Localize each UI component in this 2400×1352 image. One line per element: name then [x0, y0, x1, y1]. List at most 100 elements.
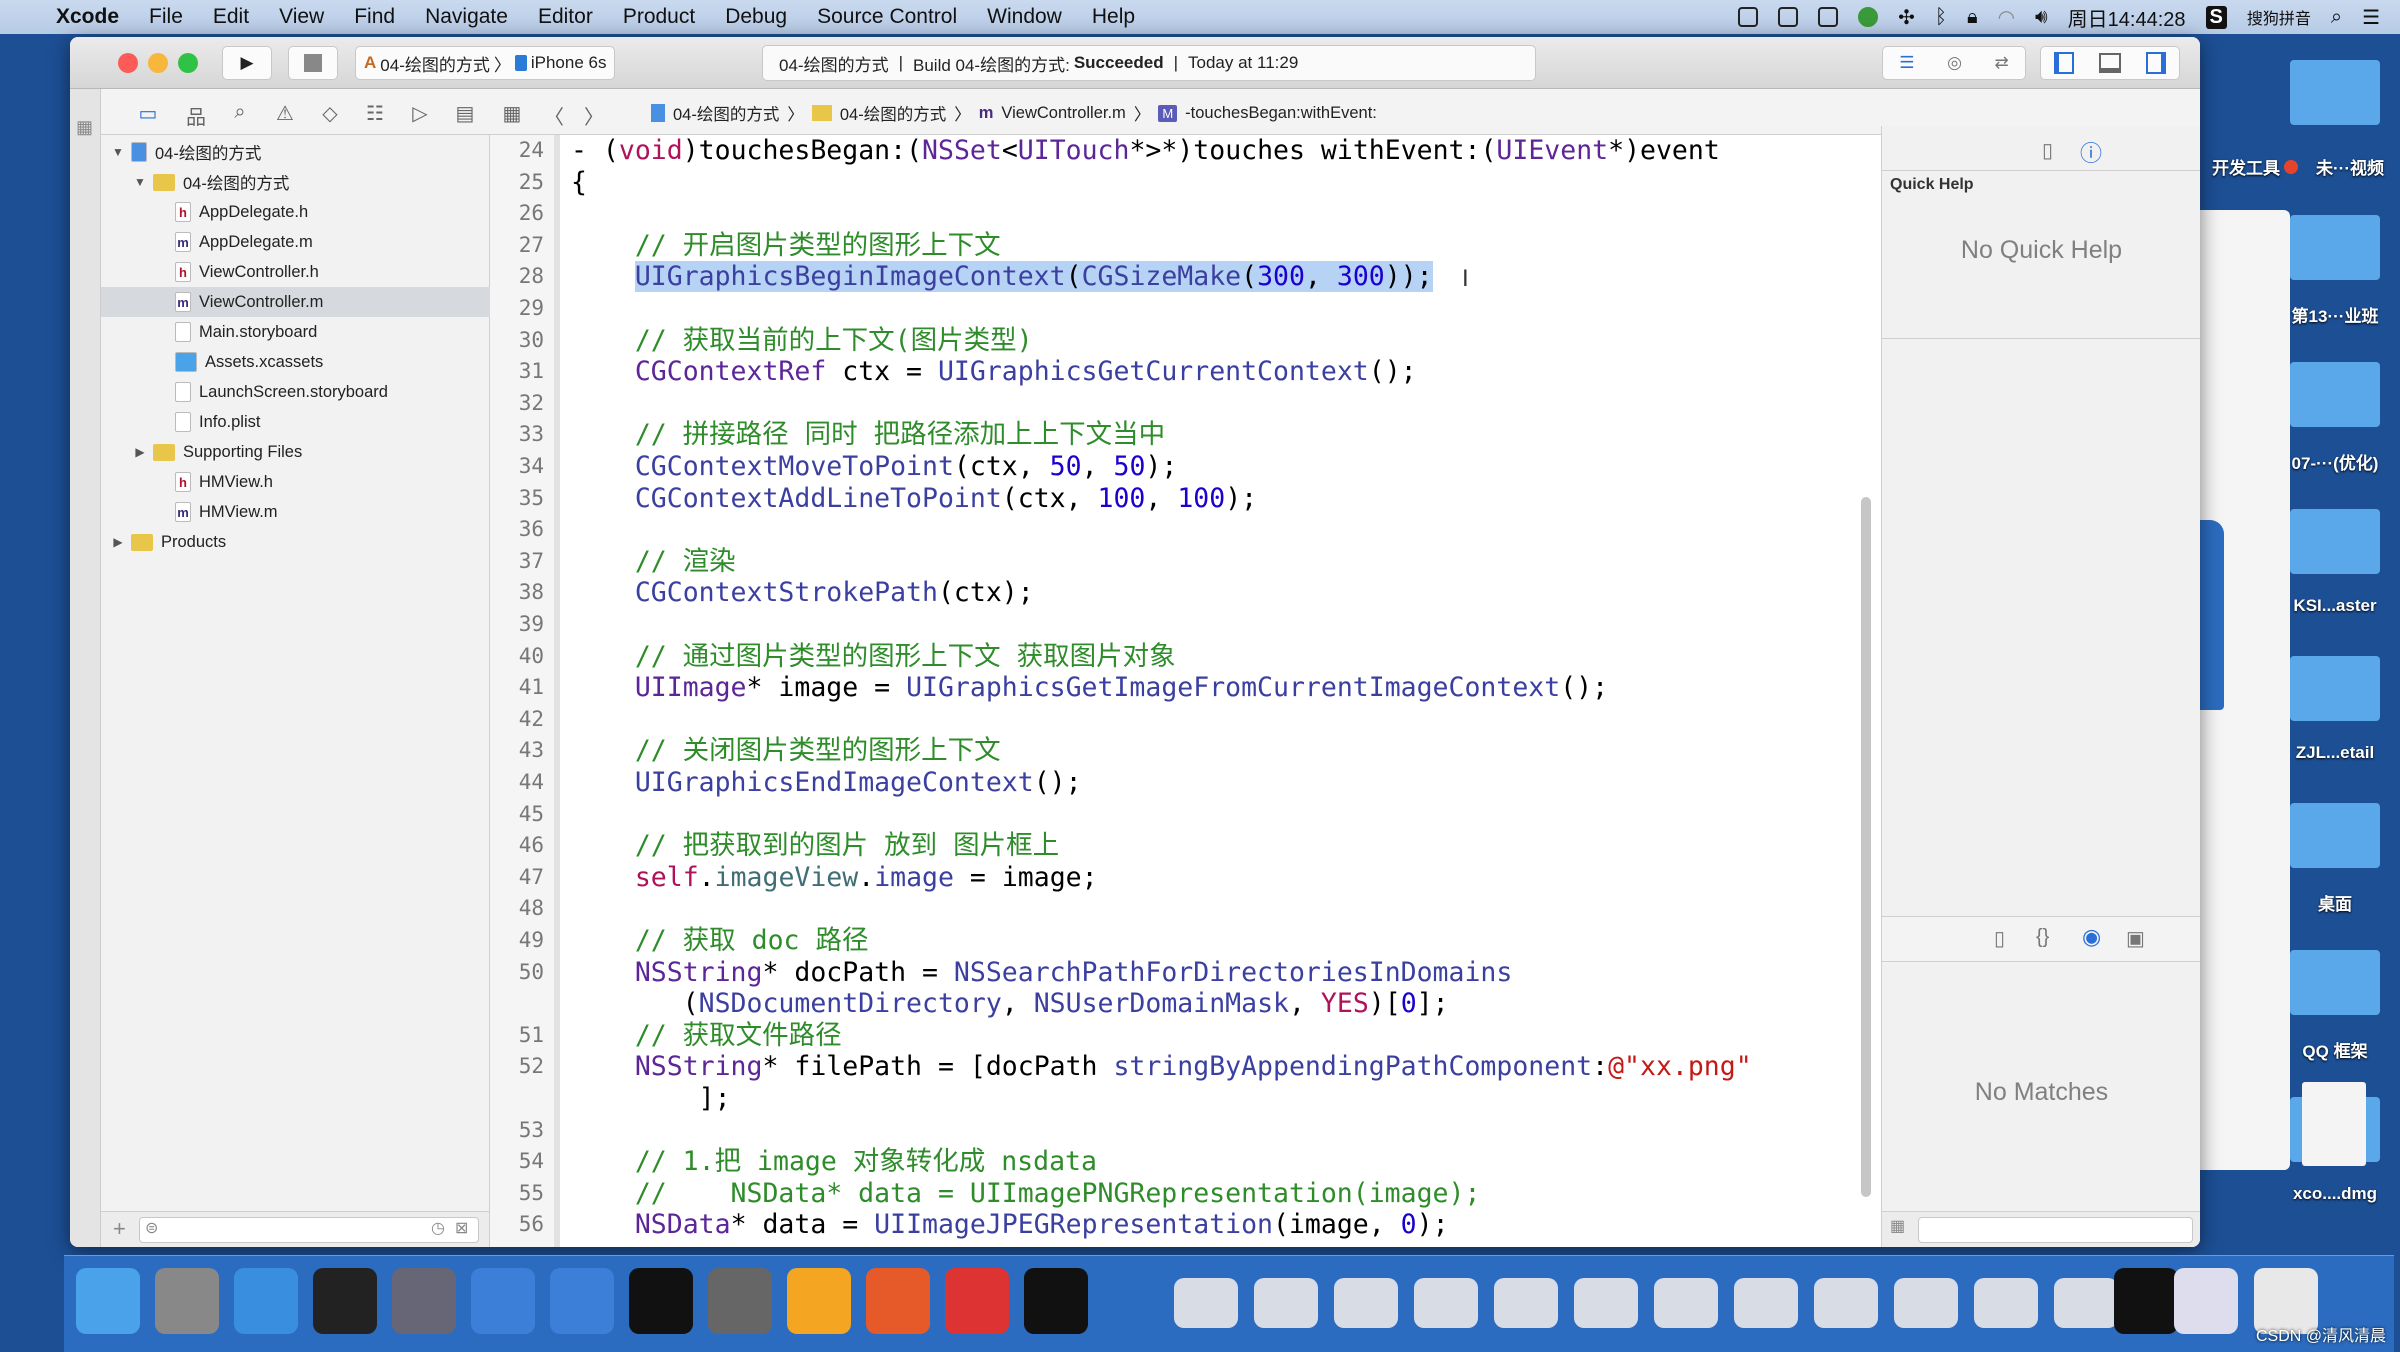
related-items-icon[interactable]: ▦: [499, 101, 525, 126]
media-library-icon[interactable]: ▣: [2126, 926, 2145, 951]
navigator-item[interactable]: ▶ Products: [101, 527, 490, 557]
bluetooth-icon[interactable]: ᛒ: [1935, 6, 1947, 29]
minimized-window-dock-icon[interactable]: [1654, 1278, 1718, 1328]
assistant-editor-icon[interactable]: ◎: [1947, 53, 1962, 73]
desktop-item-label[interactable]: 桌面: [2275, 890, 2395, 915]
breadcrumb-file[interactable]: ViewController.m: [1001, 104, 1125, 123]
navigator-item[interactable]: h ViewController.h: [101, 257, 490, 287]
disclosure-triangle-icon[interactable]: ▼: [111, 145, 125, 159]
keyboard-viewer-dock-icon[interactable]: [2114, 1268, 2178, 1334]
code-line[interactable]: CGContextAddLineToPoint(ctx, 100, 100);: [571, 483, 1257, 515]
menu-find[interactable]: Find: [354, 5, 395, 29]
code-line[interactable]: // 获取当前的上下文(图片类型): [571, 325, 1033, 357]
minimized-window-dock-icon[interactable]: [1974, 1278, 2038, 1328]
minimized-window-dock-icon[interactable]: [1574, 1278, 1638, 1328]
mirror-icon[interactable]: [1778, 7, 1799, 27]
navigator-item[interactable]: ▼ 04-绘图的方式: [101, 137, 490, 167]
wifi-icon[interactable]: ◠: [1998, 5, 2015, 30]
code-line[interactable]: ];: [571, 1083, 731, 1115]
code-line[interactable]: // 获取文件路径: [571, 1020, 842, 1052]
disclosure-triangle-icon[interactable]: ▼: [133, 175, 147, 189]
minimize-button[interactable]: [148, 53, 168, 73]
navigator-item[interactable]: ▶ Supporting Files: [101, 437, 490, 467]
parallels-dock-icon[interactable]: [945, 1268, 1009, 1334]
desktop-folder-icon[interactable]: [2290, 215, 2380, 280]
code-line[interactable]: {: [571, 167, 587, 199]
power-icon[interactable]: [1738, 7, 1759, 27]
breadcrumb-method[interactable]: -touchesBegan:withEvent:: [1185, 104, 1377, 123]
desktop-folder-icon[interactable]: [2290, 950, 2380, 1015]
navigator-item[interactable]: Assets.xcassets: [101, 347, 490, 377]
code-line[interactable]: - (void)touchesBegan:(NSSet<UITouch*>*)t…: [571, 135, 1720, 167]
desktop-item-label[interactable]: 07-···(优化): [2275, 449, 2395, 474]
close-button[interactable]: [118, 53, 138, 73]
app-status-icon[interactable]: [1858, 7, 1879, 27]
desktop-item-label[interactable]: 第13···业班: [2275, 302, 2395, 327]
code-line[interactable]: // 渲染: [571, 546, 736, 578]
minimized-window-dock-icon[interactable]: [1254, 1278, 1318, 1328]
source-editor[interactable]: - (void)touchesBegan:(NSSet<UITouch*>*)t…: [560, 135, 1881, 1247]
scm-filter-icon[interactable]: ⊠: [455, 1218, 468, 1238]
minimized-window-dock-icon[interactable]: [2054, 1278, 2118, 1328]
grid-view-icon[interactable]: ▦: [1890, 1216, 1905, 1236]
code-line[interactable]: // NSData* data = UIImagePNGRepresentati…: [571, 1178, 1481, 1210]
terminal-dock-icon[interactable]: [629, 1268, 693, 1334]
dmg-file-icon[interactable]: [2302, 1082, 2366, 1166]
version-editor-icon[interactable]: ⇄: [1994, 53, 2008, 73]
file-template-icon[interactable]: ▯: [1994, 926, 2005, 951]
navigator-item[interactable]: h AppDelegate.h: [101, 197, 490, 227]
zoom-button[interactable]: [178, 53, 198, 73]
navigator-item[interactable]: Main.storyboard: [101, 317, 490, 347]
code-line[interactable]: UIImage* image = UIGraphicsGetImageFromC…: [571, 672, 1608, 704]
clock[interactable]: 周日14:44:28: [2068, 3, 2186, 32]
quick-help-icon[interactable]: ⓘ: [2080, 136, 2102, 168]
safari-dock-icon[interactable]: [234, 1268, 298, 1334]
imovie-dock-icon[interactable]: [392, 1268, 456, 1334]
code-line[interactable]: // 拼接路径 同时 把路径添加上上下文当中: [571, 419, 1165, 451]
finder-dock-icon[interactable]: [76, 1268, 140, 1334]
navigator-toggle-icon[interactable]: [2053, 52, 2074, 74]
fan-icon[interactable]: ✣: [1898, 5, 1915, 30]
symbol-navigator-icon[interactable]: 品: [183, 101, 209, 130]
debug-navigator-icon[interactable]: ☷: [362, 101, 388, 126]
code-line[interactable]: // 1.把 image 对象转化成 nsdata: [571, 1146, 1097, 1178]
menu-product[interactable]: Product: [623, 5, 695, 29]
desktop-item-label[interactable]: 开发工具: [2190, 154, 2280, 179]
desktop-item-label[interactable]: QQ 框架: [2275, 1037, 2395, 1062]
menu-app[interactable]: Xcode: [56, 5, 119, 29]
editor-scrollbar[interactable]: [1861, 497, 1871, 1197]
code-line[interactable]: (NSDocumentDirectory, NSUserDomainMask, …: [571, 988, 1449, 1020]
file-inspector-icon[interactable]: ▯: [2042, 138, 2053, 163]
code-line[interactable]: // 关闭图片类型的图形上下文: [571, 735, 1001, 767]
breadcrumb-group[interactable]: 04-绘图的方式: [840, 101, 946, 125]
code-line[interactable]: CGContextStrokePath(ctx);: [571, 577, 1034, 609]
code-line[interactable]: NSString* filePath = [docPath stringByAp…: [571, 1051, 1752, 1083]
sketch-dock-icon[interactable]: [787, 1268, 851, 1334]
launchpad-dock-icon[interactable]: [155, 1268, 219, 1334]
lock-icon[interactable]: 🔒︎: [1967, 6, 1978, 29]
navigator-item[interactable]: LaunchScreen.storyboard: [101, 377, 490, 407]
mouse-dock-icon[interactable]: [313, 1268, 377, 1334]
preview-dock-icon[interactable]: [2174, 1268, 2238, 1334]
navigator-item[interactable]: Info.plist: [101, 407, 490, 437]
xcode-dock-icon[interactable]: [471, 1268, 535, 1334]
add-icon[interactable]: +: [113, 1216, 126, 1242]
filter-input[interactable]: [139, 1217, 479, 1243]
disclosure-triangle-icon[interactable]: ▶: [111, 535, 125, 549]
scheme-selector[interactable]: A 04-绘图的方式 〉 iPhone 6s: [355, 46, 615, 80]
menu-debug[interactable]: Debug: [725, 5, 787, 29]
grid-icon[interactable]: ▦: [76, 117, 93, 138]
minimized-window-dock-icon[interactable]: [1734, 1278, 1798, 1328]
breakpoint-navigator-icon[interactable]: ▷: [407, 101, 433, 126]
minimized-window-dock-icon[interactable]: [1414, 1278, 1478, 1328]
minimized-window-dock-icon[interactable]: [1814, 1278, 1878, 1328]
notification-center-icon[interactable]: ☰: [2362, 5, 2380, 30]
menu-edit[interactable]: Edit: [213, 5, 249, 29]
menu-editor[interactable]: Editor: [538, 5, 593, 29]
report-navigator-icon[interactable]: ▤: [452, 101, 478, 126]
code-line[interactable]: // 通过图片类型的图形上下文 获取图片对象: [571, 641, 1176, 673]
run-button[interactable]: ▶: [222, 46, 272, 80]
minimized-window-dock-icon[interactable]: [1334, 1278, 1398, 1328]
desktop-item-label[interactable]: xco....dmg: [2275, 1184, 2395, 1204]
navigator-item[interactable]: m HMView.m: [101, 497, 490, 527]
